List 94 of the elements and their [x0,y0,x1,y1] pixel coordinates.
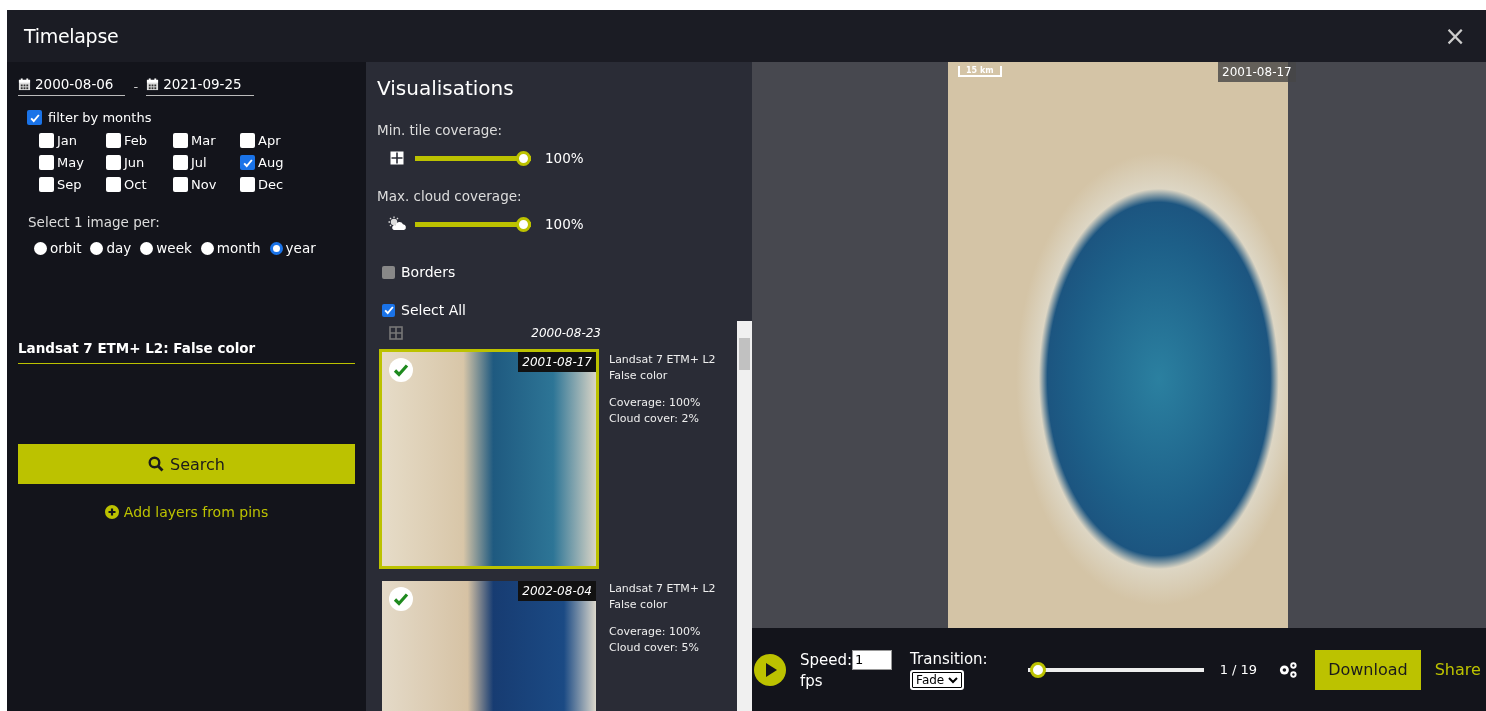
radio-button[interactable] [34,241,47,255]
checkbox[interactable] [39,133,54,148]
image-date: 2001-08-17 [1218,62,1296,82]
radio-label: month [216,240,261,256]
radio-label: week [156,240,192,256]
window-title: Timelapse [24,25,119,47]
checkbox[interactable] [39,177,54,192]
settings-icon[interactable] [1277,660,1300,679]
image-date: 2002-08-04 [518,581,596,601]
checkbox-label: Aug [258,155,284,170]
slider-value: 100% [545,150,584,166]
checkbox-label: Oct [124,177,147,192]
image-thumbnail[interactable]: 2001-08-17 [379,349,599,569]
panel-title: Visualisations [377,76,515,100]
play-button[interactable] [754,653,786,686]
checkbox[interactable] [173,133,188,148]
transition-label: Transition: [910,649,988,668]
slider-label: Max. cloud coverage: [377,188,523,204]
timeline-thumb[interactable] [1029,661,1046,678]
grid-icon [389,326,403,340]
checkbox-label: Nov [191,177,217,192]
image-coverage: Coverage: 100% [609,624,702,640]
share-link[interactable]: Share [1434,660,1481,679]
image-source: Landsat 7 ETM+ L2 [609,581,716,597]
checkbox[interactable] [27,110,42,125]
checkbox-label: Borders [401,264,456,280]
image-cloud-cover: Cloud cover: 2% [609,411,700,427]
date-field[interactable]: 2021-09-25 [146,76,254,96]
checkbox[interactable] [106,177,121,192]
transition-select[interactable]: Fade [910,669,965,690]
checkbox-label: May [57,155,84,170]
checkbox[interactable] [173,177,188,192]
search-icon [148,456,164,472]
calendar-icon [18,77,31,91]
caret-icon [948,675,959,684]
check-circle-icon[interactable] [389,587,413,611]
slider-value: 100% [545,216,584,232]
radio-label: year [285,240,316,256]
checkbox[interactable] [39,155,54,170]
download-button[interactable]: Download [1315,649,1421,690]
cloud-sun-icon [387,216,407,232]
speed-field[interactable]: 1 [852,649,893,670]
checkbox[interactable] [382,265,395,279]
image-coverage: Coverage: 100% [609,395,702,411]
checkbox-label: Mar [191,133,216,148]
checkbox[interactable] [106,133,121,148]
scale-bar: 15 km [958,66,1002,77]
slider-label: Min. tile coverage: [377,122,504,138]
checkbox[interactable] [106,155,121,170]
scrollbar[interactable] [737,321,752,711]
image-layer: False color [609,368,669,384]
radio-button[interactable] [90,241,104,255]
checkbox[interactable] [240,177,255,192]
checkbox-label: Select All [401,302,466,318]
checkbox[interactable] [173,155,188,170]
slider-thumb[interactable] [516,150,531,166]
speed-label: Speed: [800,650,853,669]
plus-icon [104,505,119,519]
checkbox-label: Dec [258,177,284,192]
checkbox-label: Sep [57,177,82,192]
radio-button[interactable] [200,241,214,255]
calendar-icon [146,77,160,91]
close-button[interactable]: × [1442,23,1468,49]
radio-label: orbit [50,240,82,256]
date-field[interactable]: 2000-08-06 [18,76,126,96]
checkbox[interactable] [382,303,395,317]
check-circle-icon[interactable] [389,358,413,382]
search-button[interactable]: Search [18,444,355,484]
grid-icon [390,151,404,165]
checkbox-label: Jun [124,155,145,170]
image-layer: False color [609,597,669,613]
image-date: 2001-08-17 [518,352,596,372]
frame-counter: 1 / 19 [1219,662,1258,677]
date-separator: - [132,78,140,94]
unit-label: fps [800,671,824,690]
image-thumbnail[interactable]: 2002-08-04 [379,578,599,711]
image-cloud-cover: Cloud cover: 5% [609,640,700,656]
add-layers-link[interactable]: Add layers from pins [104,504,269,520]
layer-field[interactable]: Landsat 7 ETM+ L2: False color [18,340,355,364]
image-date: 2000-08-23 [531,326,601,340]
image-source: Landsat 7 ETM+ L2 [609,352,716,368]
checkbox-label: filter by months [48,110,152,125]
checkbox-label: Feb [124,133,148,148]
checkbox[interactable] [240,133,255,148]
radio-button[interactable] [269,241,283,255]
checkbox-label: Apr [258,133,281,148]
radio-label: day [106,240,132,256]
field-label: Select 1 image per: [28,214,161,230]
radio-button[interactable] [140,241,154,255]
scrollbar-thumb[interactable] [739,338,750,370]
checkbox-label: Jan [57,133,78,148]
checkbox[interactable] [240,155,255,170]
checkbox-label: Jul [191,155,207,170]
slider-thumb[interactable] [516,216,531,232]
